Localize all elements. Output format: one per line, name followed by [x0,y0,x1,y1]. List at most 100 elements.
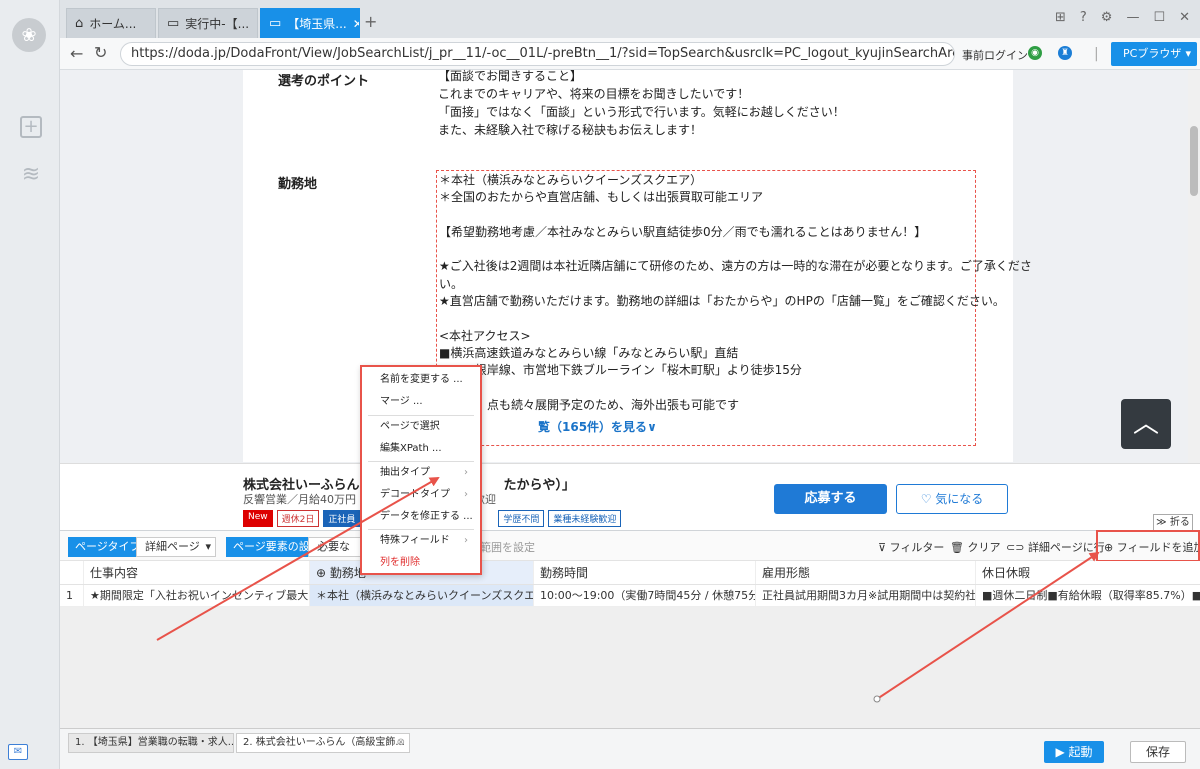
menu-item-modify-data[interactable]: データを修正する ... [362,506,480,528]
tag-fulltime: 正社員 [323,510,361,527]
double-chevron-down-icon: ≫ [1156,517,1170,528]
tab-home[interactable]: ⌂ ホーム... [66,8,156,38]
text-line: 「面接」ではなく「面談」という形式で行います。気軽にお越しください！ [438,105,845,119]
apply-button[interactable]: 応募する [774,484,887,514]
table-row: 1 ★期間限定「入社お祝いインセンティブ最大50万... ＊本社（横浜みなとみら… [60,585,1200,607]
context-menu: 名前を変更する ... マージ ... ページで選択 編集XPath ... 抽… [360,365,482,575]
table-cell[interactable]: ★期間限定「入社お祝いインセンティブ最大50万... [84,585,310,606]
table-cell[interactable]: 10:00～19:00（実働7時間45分 / 休憩75分）★基本... [534,585,756,606]
url-input[interactable]: https://doda.jp/DodaFront/View/JobSearch… [120,42,955,66]
separator: | [1094,46,1099,62]
text-line [439,207,975,224]
filter-icon: ⊽ [878,541,890,554]
text-line [439,241,975,258]
text-line: ■横浜高速鉄道みなとみらい線「みなとみらい駅」直結 [439,345,739,360]
back-icon[interactable]: ← [70,44,83,63]
close-icon[interactable]: ⊗ [397,734,405,752]
menu-item-special-field[interactable]: 特殊フィールド › [362,530,480,552]
reload-icon[interactable]: ↻ [94,43,107,62]
extension-icon[interactable]: ◉ [1028,46,1042,60]
save-button[interactable]: 保存 [1130,741,1186,763]
text-line: <本社アクセス> [439,328,531,343]
filter-button[interactable]: ⊽ フィルター [878,539,944,555]
table-cell[interactable]: ■週休二日制■有給休暇（取得率85.7%）■夏季休暇 [976,585,1200,606]
selection-point-text: 【面談でお聞きすること】 これまでのキャリアや、将来の目標をお聞きしたいです！ … [438,67,845,139]
column-header[interactable]: 勤務時間 [534,561,756,584]
left-sidebar: ❀ + ≋ ✉ [0,0,60,769]
page-settings-select[interactable]: 必要な [308,537,368,557]
page-tab-label: 2. 株式会社いーふらん（高級宝飾... [243,737,405,748]
table-cell[interactable]: 正社員試用期間3カ月※試用期間中は契約社員とな... [756,585,976,606]
menu-item-delete-column[interactable]: 列を削除 [362,552,480,574]
mail-icon[interactable]: ✉ [8,744,28,760]
text-line: い。 [439,276,464,291]
menu-item-label: 特殊フィールド [380,535,450,546]
favorite-label: 気になる [935,492,984,506]
selected-element-box[interactable]: ＊本社（横浜みなとみらいクイーンズスクエア） ＊全国のおたからや直営店舗、もしく… [436,170,1032,446]
minimize-icon[interactable]: — [1126,10,1139,25]
data-panel: ≫ 折る ページタイプ 詳細ページ ▾ ページ要素の設定 必要な 範囲を設定 ⊽ … [60,514,1200,729]
menu-item-decode-type[interactable]: デコードタイプ › [362,484,480,506]
scrollbar-thumb[interactable] [1190,126,1198,196]
column-header[interactable]: 仕事内容 [84,561,310,584]
scroll-to-top-button[interactable]: ︿ [1121,399,1171,449]
store-list-link[interactable]: 覧（165件）を見る∨ [538,418,657,435]
menu-item-rename[interactable]: 名前を変更する ... [362,369,480,391]
set-range-button[interactable]: 範囲を設定 [480,539,535,555]
menu-item-select-on-page[interactable]: ページで選択 [362,416,480,438]
tab-label: 【埼玉県... [287,17,347,31]
menu-item-merge[interactable]: マージ ... [362,391,480,413]
add-tab-button[interactable]: + [364,12,377,31]
gear-icon[interactable]: ⚙ [1101,10,1113,25]
row-index: 1 [60,585,84,606]
layers-icon[interactable]: ≋ [17,162,45,188]
menu-item-edit-xpath[interactable]: 編集XPath ... [362,438,480,460]
text-line: 【面談でお聞きすること】 [438,69,583,83]
start-button[interactable]: ▶ 起動 [1044,741,1104,763]
web-page: 選考のポイント 【面談でお聞きすること】 これまでのキャリアや、将来の目標をお聞… [60,67,1200,530]
link-icon: ⊂⊃ [1006,541,1028,554]
window-controls: ⊞ ? ⚙ — ☐ ✕ [1055,10,1190,25]
pc-browser-label: PCブラウザ [1123,47,1182,60]
close-icon[interactable]: ✕ [353,17,359,31]
favorite-button[interactable]: ♡ 気になる [896,484,1008,514]
maximize-icon[interactable]: ☐ [1153,10,1165,25]
help-icon[interactable]: ? [1080,10,1087,25]
menu-item-extract-type[interactable]: 抽出タイプ › [362,462,480,484]
table-header: 仕事内容 ⊕ 勤務地 勤務時間 雇用形態 休日休暇 [60,561,1200,585]
column-header[interactable]: 休日休暇 [976,561,1200,584]
chevron-down-icon: ▾ [1185,47,1191,60]
fold-button[interactable]: ≫ 折る [1153,514,1193,531]
tab-current[interactable]: ▭ 【埼玉県... ✕ [260,8,360,38]
company-name-tail: たからや）」 [503,478,575,493]
pc-browser-button[interactable]: PCブラウザ ▾ [1111,42,1197,66]
page-tab-active[interactable]: 2. 株式会社いーふらん（高級宝飾... ⊗ [236,733,410,753]
text-line [439,380,975,397]
user-agent-icon[interactable]: ♜ [1058,46,1072,60]
column-header[interactable]: 雇用形態 [756,561,976,584]
job-subtitle-text: 反響営業／月給40万円 [243,493,356,506]
chevron-right-icon: › [464,467,468,478]
page-icon: ▭ [167,16,180,31]
table-cell-selected[interactable]: ＊本社（横浜みなとみらいクイーンズスクエア）... [310,585,534,606]
text-line [439,310,975,327]
tab-label: ホーム... [89,17,137,31]
page-type-select[interactable]: 詳細ページ ▾ [136,537,216,557]
work-location-text: ＊本社（横浜みなとみらいクイーンズスクエア） ＊全国のおたからや直営店舗、もしく… [437,171,1032,414]
new-task-icon[interactable]: + [20,116,42,138]
tab-running[interactable]: ▭ 実行中-【... [158,8,258,38]
tag: 学歴不問 [498,510,545,527]
login-link[interactable]: 事前ログイン [962,47,1028,63]
close-window-icon[interactable]: ✕ [1179,10,1190,25]
clear-button[interactable]: 🗑 クリア [950,539,1000,555]
page-tab[interactable]: 1. 【埼玉県】営業職の転職・求人... [68,733,234,753]
page-type-value: 詳細ページ [145,540,200,553]
gift-icon[interactable]: ⊞ [1055,10,1066,25]
filter-label: フィルター [889,541,945,554]
tag-new: New [243,510,273,527]
text-line: ★直営店舗で勤務いただけます。勤務地の詳細は「おたからや」のHPの「店舗一覧」を… [439,294,1005,309]
annotation-highlight-box [1096,530,1200,562]
home-icon: ⌂ [75,16,84,31]
page-icon: ▭ [269,16,282,31]
text-line: JR根岸線、市営地下鉄ブルーライン「桜木町駅」より徒歩15分 [439,363,802,378]
